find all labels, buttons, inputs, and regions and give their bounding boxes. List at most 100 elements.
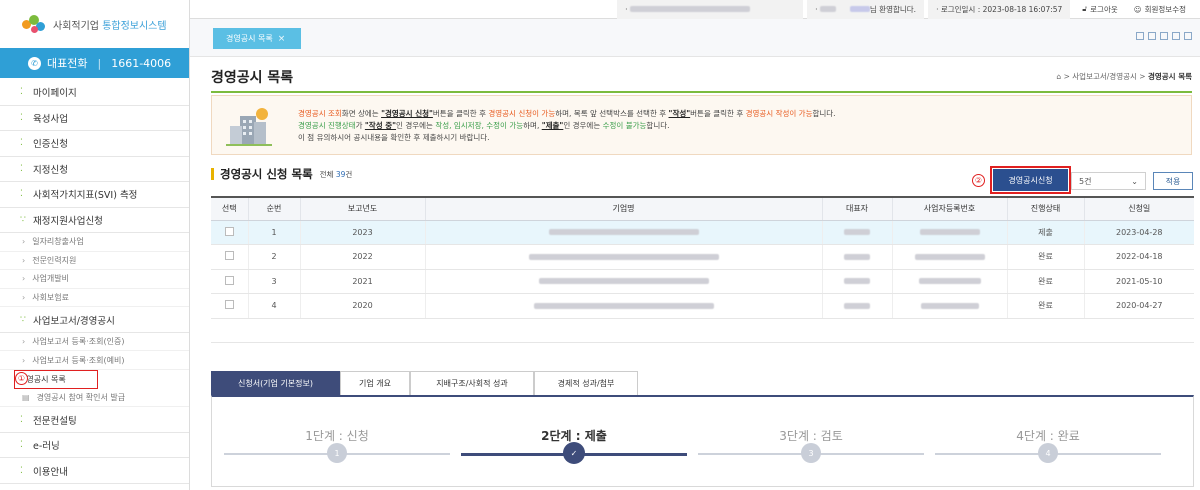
- apply-disclosure-button[interactable]: 경영공시신청: [990, 166, 1071, 194]
- layout-columns-icon[interactable]: [1160, 32, 1168, 40]
- row-checkbox[interactable]: [224, 226, 234, 236]
- close-icon[interactable]: ×: [278, 34, 286, 44]
- sidebar-item-label: 사업개발비: [32, 274, 70, 284]
- total-count: 전체 39건: [319, 169, 353, 179]
- sidebar-item-17[interactable]: ⁚ 이용안내: [0, 458, 189, 484]
- column-header: 사업자등록번호: [891, 196, 1007, 221]
- cell-year: 2022: [299, 244, 425, 270]
- layout-split-icon[interactable]: [1148, 32, 1156, 40]
- disclosure-table: 선택 순번 보고년도 기업명 대표자 사업자등록번호 진행상태 신청일 1 2023 제출 2023…: [211, 196, 1194, 343]
- notice-box: 경영공시 조회화면 상에는 "경영공시 신청"버튼을 클릭한 후 경영공시 신청…: [211, 95, 1192, 155]
- chevron-right-icon: ›: [22, 337, 26, 347]
- bullet-icon: ⁚: [20, 440, 23, 450]
- sidebar-item-16[interactable]: ⁚ e-러닝: [0, 433, 189, 459]
- bullet-icon: ⁚: [20, 112, 23, 123]
- step-label: 3단계 : 검토: [779, 429, 843, 443]
- table-row[interactable]: 1 2023 제출 2023-04-28: [211, 220, 1194, 245]
- bullet-icon: ⁚: [20, 414, 23, 425]
- table-row[interactable]: 4 2020 완료 2020-04-27: [211, 293, 1194, 319]
- cell-company-blurred: [424, 269, 822, 294]
- cell-bizno-blurred: [891, 269, 1007, 294]
- sidebar-item-11[interactable]: › 사업보고서 등록·조회(인증): [0, 333, 189, 352]
- check-icon: ✓: [563, 442, 585, 464]
- cell-date: 2021-05-10: [1083, 269, 1194, 294]
- page-title: 경영공시 목록: [211, 70, 294, 86]
- sidebar-item-5[interactable]: ∵ 재정지원사업신청: [0, 208, 189, 233]
- step-number: 4: [1038, 443, 1058, 463]
- cell-date: 2022-04-18: [1083, 244, 1194, 270]
- tab-3[interactable]: 경제적 성과/첨부: [534, 371, 638, 395]
- notice-line-2: 경영공시 진행상태가 "작성 중"인 경우에는 작성, 임시저장, 수정이 가능…: [298, 121, 670, 130]
- breadcrumb-parent[interactable]: 사업보고서/경영공시: [1072, 72, 1137, 81]
- sidebar-item-12[interactable]: › 사업보고서 등록·조회(예비): [0, 351, 189, 371]
- sidebar-item-0[interactable]: ⁚ 마이페이지: [0, 80, 189, 106]
- annotation-marker-1: ①: [15, 372, 28, 385]
- cell-company-blurred: [424, 220, 822, 245]
- breadcrumb-current: 경영공시 목록: [1147, 72, 1192, 81]
- sidebar-item-9[interactable]: › 사회보험료: [0, 289, 189, 308]
- table-row[interactable]: 3 2021 완료 2021-05-10: [211, 269, 1194, 294]
- layout-close-all-icon[interactable]: [1184, 32, 1192, 40]
- table-header-row: 선택 순번 보고년도 기업명 대표자 사업자등록번호 진행상태 신청일: [211, 196, 1194, 221]
- sidebar-item-6[interactable]: › 일자리창출사업: [0, 233, 189, 252]
- table-row-empty: [211, 318, 1194, 343]
- cell-company-blurred: [424, 293, 822, 319]
- cell-ceo-blurred: [821, 220, 892, 245]
- cell-status: 완료: [1006, 293, 1084, 319]
- bullet-icon: ⁚: [20, 138, 23, 149]
- sidebar-item-4[interactable]: ⁚ 사회적가치지표(SVI) 측정: [0, 182, 189, 208]
- sidebar-item-15[interactable]: ⁚ 전문컨설팅: [0, 407, 189, 433]
- bullet-icon: ⁚: [20, 189, 23, 200]
- layout-switcher: [1136, 32, 1192, 40]
- bullet-icon: ⁚: [20, 87, 23, 98]
- layout-single-icon[interactable]: [1136, 32, 1144, 40]
- sidebar-item-7[interactable]: › 전문인력지원: [0, 252, 189, 271]
- chevron-right-icon: ›: [22, 274, 26, 284]
- profile-link[interactable]: ☺ 회원정보수정: [1126, 0, 1194, 19]
- tab-1[interactable]: 기업 개요: [340, 371, 410, 395]
- sidebar-item-label: 사업보고서 등록·조회(예비): [32, 355, 125, 365]
- step-number: 3: [801, 443, 821, 463]
- row-checkbox[interactable]: [224, 275, 234, 285]
- logout-link[interactable]: 🔓︎ 로그아웃: [1074, 0, 1125, 19]
- document-icon: ▤: [22, 392, 30, 402]
- cell-bizno-blurred: [891, 293, 1007, 319]
- open-tabs-strip: 경영공시 목록 ×: [190, 19, 1200, 57]
- tab-2[interactable]: 지배구조/사회적 성과: [410, 371, 534, 395]
- sidebar-item-1[interactable]: ⁚ 육성사업: [0, 106, 189, 131]
- table-row[interactable]: 2 2022 완료 2022-04-18: [211, 244, 1194, 270]
- page-size-apply-button[interactable]: 적용: [1153, 172, 1193, 190]
- sidebar-item-10[interactable]: ∵ 사업보고서/경영공시: [0, 307, 189, 333]
- sidebar-item-label: 전문컨설팅: [33, 415, 77, 427]
- column-header: 보고년도: [299, 196, 425, 221]
- sidebar-item-3[interactable]: ⁚ 지정신청: [0, 157, 189, 182]
- expanded-icon: ∵: [20, 214, 26, 225]
- sidebar-item-label: 지정신청: [33, 164, 68, 176]
- sidebar-item-8[interactable]: › 사업개발비: [0, 270, 189, 289]
- sidebar-item-2[interactable]: ⁚ 인증신청: [0, 131, 189, 157]
- column-header: 신청일: [1083, 196, 1194, 221]
- open-tab-management-disclosure[interactable]: 경영공시 목록 ×: [213, 28, 301, 49]
- row-checkbox[interactable]: [224, 300, 234, 310]
- login-time: · 로그인일시 : 2023-08-18 16:07:57: [928, 0, 1071, 19]
- sidebar-item-label: 인증신청: [33, 139, 68, 151]
- page-size-select[interactable]: 5건 ⌄: [1071, 172, 1146, 190]
- sidebar-item-14[interactable]: ▤ 경영공시 참여 확인서 발급: [0, 389, 189, 408]
- top-info-blurred: ·: [617, 0, 804, 19]
- cell-no: 1: [247, 220, 300, 245]
- sidebar-item-label: 사업보고서 등록·조회(인증): [32, 337, 125, 347]
- site-logo[interactable]: 사회적기업 통합정보시스템: [0, 0, 189, 48]
- sidebar-menu: ⁚ 마이페이지 ⁚ 육성사업 ⁚ 인증신청 ⁚ 지정신청 ⁚ 사회적가치지표(SVI) 측정 ∵ 재정…: [0, 80, 189, 484]
- sidebar-item-label: 이용안내: [33, 466, 68, 478]
- home-icon[interactable]: ⌂: [1056, 72, 1061, 81]
- cell-status: 완료: [1006, 269, 1084, 294]
- chevron-right-icon: ›: [22, 355, 26, 365]
- column-header: 선택: [211, 196, 248, 221]
- section-title: 경영공시 신청 목록 전체 39건: [211, 166, 352, 182]
- row-checkbox[interactable]: [224, 251, 234, 261]
- step-number: 1: [327, 443, 347, 463]
- tab-0[interactable]: 신청서(기업 기본정보): [211, 371, 340, 395]
- layout-grid-icon[interactable]: [1172, 32, 1180, 40]
- sidebar-item-label: 마이페이지: [33, 88, 77, 100]
- sidebar-item-label: 일자리창출사업: [32, 237, 84, 247]
